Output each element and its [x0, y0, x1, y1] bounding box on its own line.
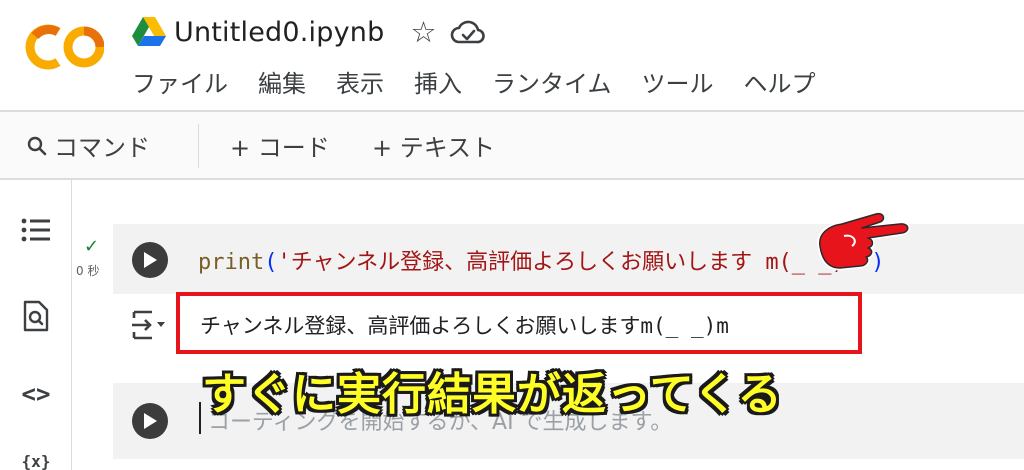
menu-insert[interactable]: 挿入 [414, 64, 462, 99]
code-string: 'チャンネル登録、高評価よろしくお願いします m(_ _)m' [277, 250, 872, 275]
code-snippets-icon[interactable]: <> [18, 376, 54, 412]
menu-help[interactable]: ヘルプ [744, 64, 816, 99]
menu-runtime[interactable]: ランタイム [492, 64, 612, 99]
find-icon[interactable] [18, 298, 54, 334]
output-actions-icon[interactable] [128, 308, 168, 342]
menu-view[interactable]: 表示 [336, 64, 384, 99]
toolbar-divider [0, 178, 1024, 180]
pointing-hand-icon [817, 211, 911, 271]
command-palette-button[interactable]: コマンド [26, 128, 150, 163]
left-sidebar: <> {x} [0, 180, 72, 470]
notebook-title[interactable]: Untitled0.ipynb [174, 17, 384, 48]
google-drive-icon [132, 17, 166, 46]
run-empty-cell-button[interactable] [132, 403, 168, 439]
menu-file[interactable]: ファイル [132, 64, 228, 99]
cloud-saved-icon[interactable] [450, 17, 486, 47]
toolbar: コマンド + コード + テキスト [0, 112, 1024, 178]
play-icon [144, 413, 157, 429]
menu-tools[interactable]: ツール [642, 64, 714, 99]
code-line[interactable]: print('チャンネル登録、高評価よろしくお願いします m(_ _)m') [198, 244, 885, 276]
code-open-paren: ( [264, 250, 278, 275]
execution-success-icon: ✓ [84, 236, 100, 257]
menu-edit[interactable]: 編集 [258, 64, 306, 99]
cell-output-highlight: チャンネル登録、高評価よろしくお願いしますm(_ _)m [176, 292, 862, 354]
add-code-button[interactable]: + コード [230, 128, 330, 163]
star-icon[interactable]: ☆ [410, 17, 436, 47]
toolbar-separator [198, 124, 199, 168]
cell-output-text: チャンネル登録、高評価よろしくお願いしますm(_ _)m [200, 314, 729, 338]
menu-bar: ファイル 編集 表示 挿入 ランタイム ツール ヘルプ [132, 64, 816, 99]
text-cursor [199, 402, 201, 434]
variables-icon[interactable]: {x} [18, 452, 54, 470]
annotation-caption: すぐに実行結果が返ってくる [202, 369, 783, 420]
code-function: print [198, 250, 265, 275]
search-icon [27, 136, 47, 155]
table-of-contents-icon[interactable] [18, 212, 54, 248]
command-label: コマンド [54, 134, 150, 162]
add-text-button[interactable]: + テキスト [372, 128, 495, 163]
execution-time: 0 秒 [76, 264, 100, 278]
run-cell-button[interactable] [132, 242, 168, 278]
colab-logo[interactable] [22, 22, 105, 72]
play-icon [144, 252, 157, 268]
